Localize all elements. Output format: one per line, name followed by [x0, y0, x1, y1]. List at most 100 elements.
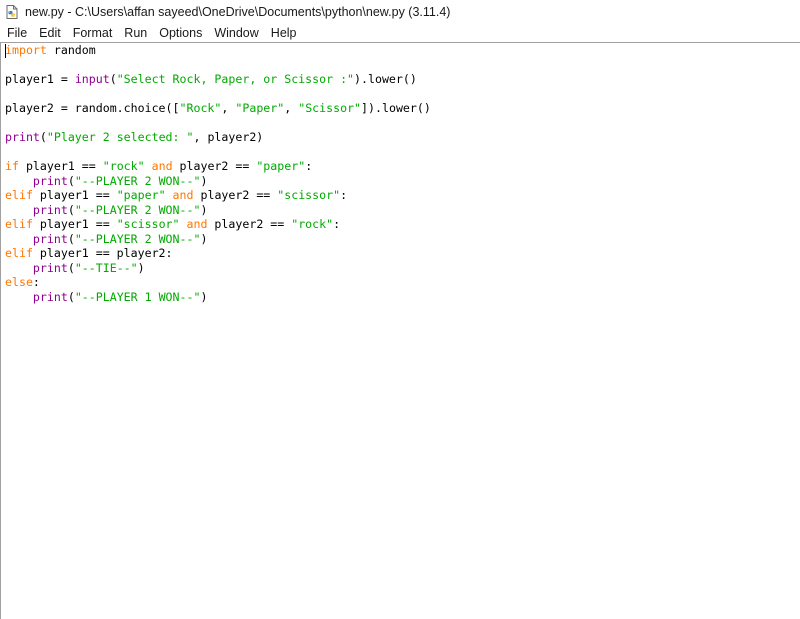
code-token: (	[67, 289, 75, 304]
code-token: print	[32, 173, 68, 188]
code-token: (	[39, 130, 47, 144]
code-line: if player1 == "rock" and player2 == "pap…	[5, 159, 431, 174]
code-line: elif player1 == player2:	[5, 246, 431, 261]
code-token: print	[32, 260, 68, 275]
code-token: , player2)	[193, 130, 264, 144]
window-title: new.py - C:\Users\affan sayeed\OneDrive\…	[25, 5, 451, 19]
menu-format[interactable]: Format	[67, 24, 119, 42]
code-token: )	[200, 289, 208, 304]
code-token: (	[109, 72, 117, 86]
code-token: "paper"	[256, 159, 306, 173]
code-token: player1 == player2:	[32, 246, 173, 260]
code-text[interactable]: import random player1 = input("Select Roc…	[5, 43, 431, 304]
code-token: player2 = random.choice([	[5, 101, 180, 115]
code-token: player1 ==	[32, 188, 117, 202]
code-line: print("--PLAYER 2 WON--")	[5, 174, 431, 189]
menu-window[interactable]: Window	[208, 24, 264, 42]
code-token: "scissor"	[277, 188, 341, 202]
code-token: if	[5, 159, 19, 173]
code-line: elif player1 == "paper" and player2 == "…	[5, 188, 431, 203]
menu-bar: File Edit Format Run Options Window Help	[0, 24, 800, 42]
menu-edit[interactable]: Edit	[33, 24, 67, 42]
code-token: )	[200, 173, 208, 188]
code-line: import random	[5, 43, 431, 58]
code-token: "paper"	[116, 188, 166, 202]
code-token: "Player 2 selected: "	[46, 130, 194, 144]
code-token: player2 ==	[207, 217, 292, 231]
code-token: "--PLAYER 2 WON--"	[74, 202, 201, 217]
code-line: print("--PLAYER 1 WON--")	[5, 290, 431, 305]
code-token: elif	[5, 217, 33, 231]
code-token: print	[32, 202, 68, 217]
code-token: and	[151, 159, 173, 173]
menu-help[interactable]: Help	[265, 24, 303, 42]
code-token: "--PLAYER 2 WON--"	[74, 231, 201, 246]
text-cursor	[5, 44, 6, 58]
menu-run[interactable]: Run	[118, 24, 153, 42]
code-token: print	[32, 231, 68, 246]
code-token: player2 ==	[172, 159, 257, 173]
code-line: print("--TIE--")	[5, 261, 431, 276]
code-line: else:	[5, 275, 431, 290]
code-token: (	[67, 173, 75, 188]
code-token: :	[305, 159, 313, 173]
code-token: :	[32, 275, 40, 289]
code-token: "--PLAYER 1 WON--"	[74, 289, 201, 304]
code-token: player2 ==	[193, 188, 278, 202]
code-token: "rock"	[102, 159, 145, 173]
code-token: "--PLAYER 2 WON--"	[74, 173, 201, 188]
code-token: )	[200, 202, 208, 217]
code-token: ).lower()	[354, 72, 417, 86]
code-token: ]).lower()	[361, 101, 431, 115]
code-token: ,	[221, 101, 236, 115]
code-token: import	[5, 43, 47, 57]
code-token: "scissor"	[116, 217, 180, 231]
code-token: and	[186, 217, 208, 231]
code-token: "rock"	[291, 217, 334, 231]
code-token: "Select Rock, Paper, or Scissor :"	[116, 72, 355, 86]
python-file-icon	[5, 5, 19, 19]
code-token: elif	[5, 188, 33, 202]
code-token: (	[67, 202, 75, 217]
code-token: )	[200, 231, 208, 246]
code-editor[interactable]: import random player1 = input("Select Roc…	[1, 43, 800, 619]
code-token: print	[5, 130, 40, 144]
code-token: ,	[284, 101, 299, 115]
code-line: elif player1 == "scissor" and player2 ==…	[5, 217, 431, 232]
menu-options[interactable]: Options	[153, 24, 208, 42]
code-token: "--TIE--"	[74, 260, 138, 275]
code-token: elif	[5, 246, 33, 260]
code-token: player1 ==	[18, 159, 103, 173]
menu-file[interactable]: File	[0, 24, 33, 42]
code-token: (	[67, 231, 75, 246]
code-token: input	[74, 72, 110, 86]
code-line: player1 = input("Select Rock, Paper, or …	[5, 72, 431, 87]
code-token: player1 =	[5, 72, 75, 86]
code-line: print("--PLAYER 2 WON--")	[5, 232, 431, 247]
code-line: print("Player 2 selected: ", player2)	[5, 130, 431, 145]
code-token: :	[333, 217, 341, 231]
code-token: "Rock"	[179, 101, 222, 115]
code-token: "Paper"	[235, 101, 285, 115]
code-token: (	[67, 260, 75, 275]
code-token: "Scissor"	[298, 101, 362, 115]
window-titlebar[interactable]: new.py - C:\Users\affan sayeed\OneDrive\…	[0, 0, 800, 24]
code-token: :	[340, 188, 348, 202]
code-line: player2 = random.choice(["Rock", "Paper"…	[5, 101, 431, 116]
code-token: )	[137, 260, 145, 275]
code-token: and	[172, 188, 194, 202]
code-line: print("--PLAYER 2 WON--")	[5, 203, 431, 218]
code-token: else	[5, 275, 33, 289]
code-token: player1 ==	[32, 217, 117, 231]
